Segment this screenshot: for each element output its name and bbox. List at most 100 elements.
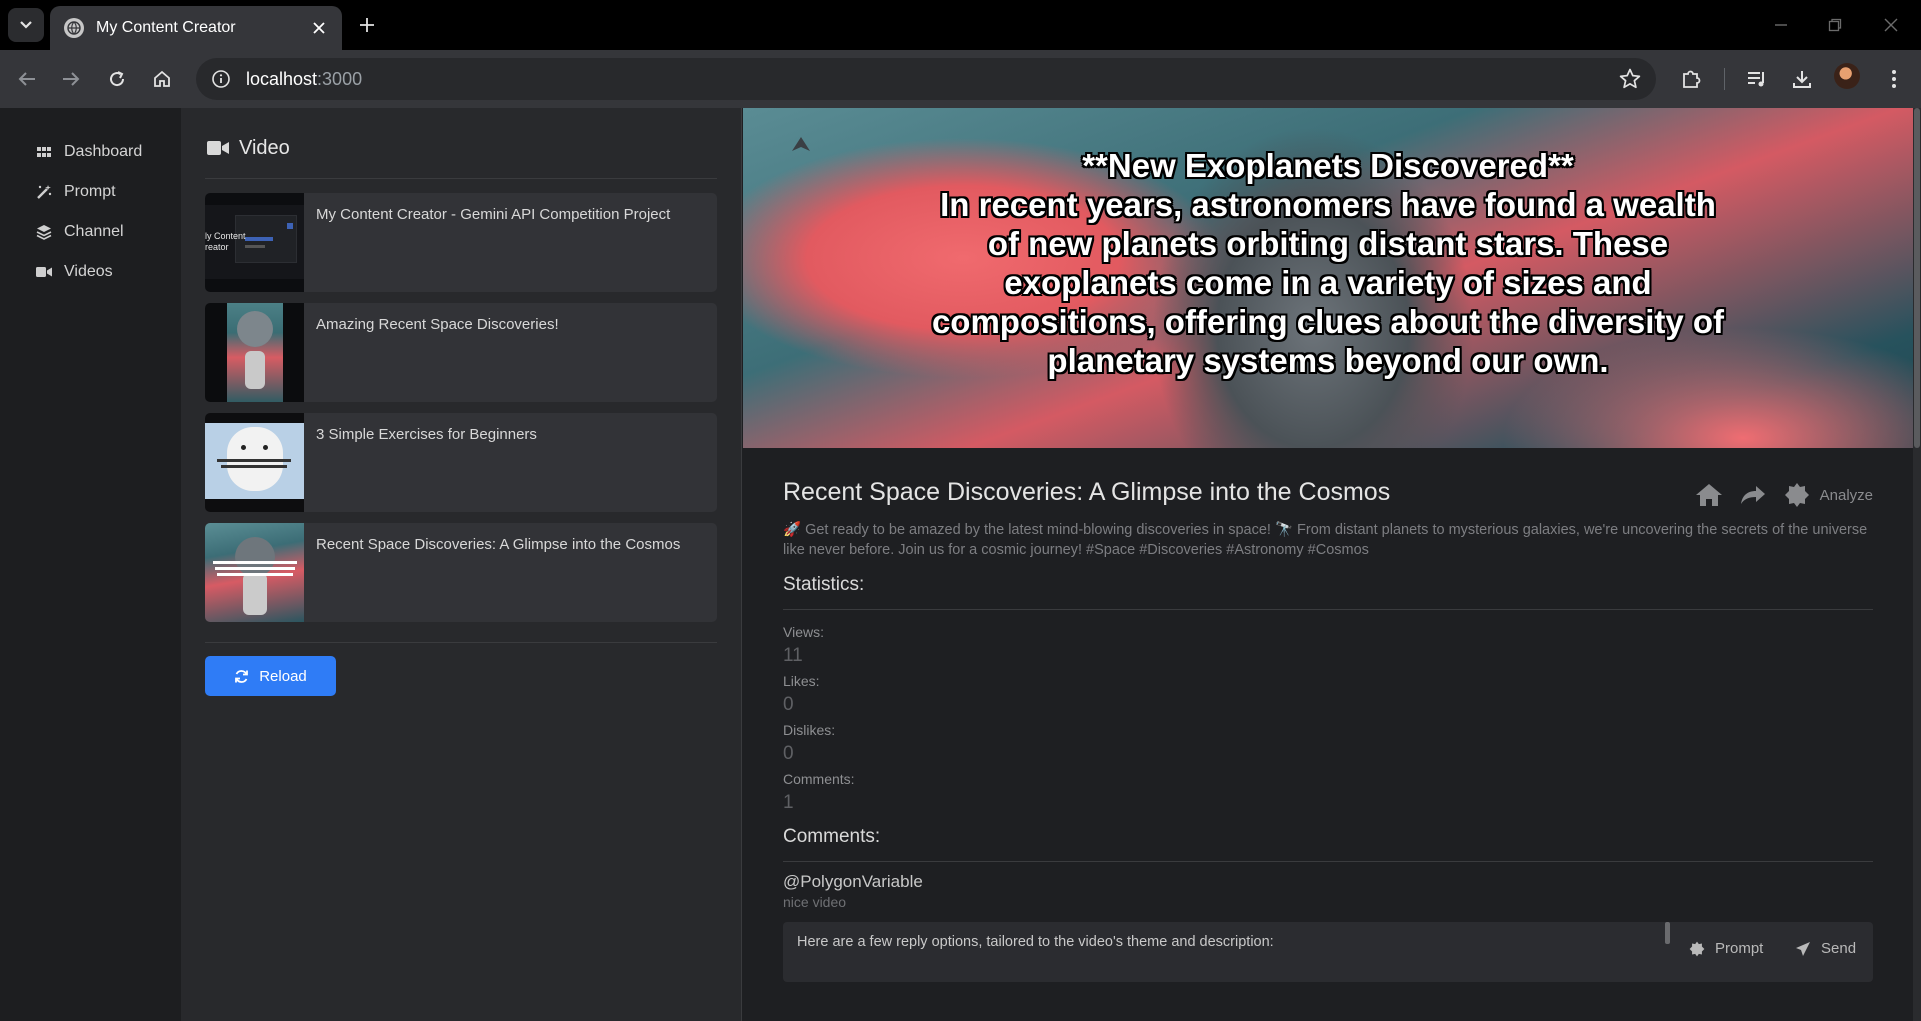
analyze-label[interactable]: Analyze — [1820, 487, 1873, 504]
scrollbar[interactable] — [1913, 108, 1921, 1021]
video-card-title: Recent Space Discoveries: A Glimpse into… — [316, 536, 681, 553]
browser-tab[interactable]: My Content Creator — [50, 6, 342, 50]
minimize-icon — [1775, 24, 1787, 26]
layers-icon — [34, 224, 54, 240]
video-detail-pane: **New Exoplanets Discovered** In recent … — [743, 108, 1921, 1021]
reply-prompt-button[interactable]: Prompt — [1689, 940, 1763, 957]
minimize-button[interactable] — [1768, 12, 1794, 38]
playlist-icon — [1748, 72, 1764, 87]
url-port: :3000 — [317, 68, 363, 89]
extensions-button[interactable] — [1676, 64, 1706, 94]
sidebar-item-label: Channel — [64, 223, 124, 240]
browser-menu-button[interactable] — [1879, 64, 1909, 94]
stat-label-likes: Likes: — [783, 673, 820, 689]
media-controls-button[interactable] — [1742, 64, 1772, 94]
tab-title: My Content Creator — [96, 19, 236, 36]
comment-author[interactable]: @PolygonVariable — [783, 872, 1873, 892]
new-tab-button[interactable] — [352, 10, 382, 40]
reply-send-button[interactable]: Send — [1795, 940, 1856, 957]
video-thumbnail — [205, 523, 304, 622]
restore-button[interactable] — [1822, 12, 1848, 38]
sidebar-item-label: Prompt — [64, 183, 116, 200]
tab-search-button[interactable] — [8, 8, 44, 42]
video-card-title: Amazing Recent Space Discoveries! — [316, 316, 559, 333]
video-card[interactable]: Amazing Recent Space Discoveries! — [205, 303, 717, 402]
scrollbar-thumb[interactable] — [1914, 108, 1920, 448]
sidebar-item-label: Dashboard — [64, 143, 143, 160]
video-description: 🚀 Get ready to be amazed by the latest m… — [783, 522, 1868, 558]
stat-value-views: 11 — [783, 645, 803, 666]
divider — [205, 642, 717, 643]
video-camera-icon — [207, 140, 229, 156]
restore-icon — [1828, 18, 1842, 32]
close-icon — [1884, 18, 1898, 32]
video-thumbnail — [205, 413, 304, 512]
video-actions: Analyze — [1680, 480, 1873, 510]
profile-avatar[interactable] — [1834, 63, 1860, 89]
stat-value-likes: 0 — [783, 694, 794, 715]
sidebar-item-videos[interactable]: Videos — [0, 252, 181, 292]
magic-wand-icon — [34, 184, 54, 200]
reply-textarea[interactable]: Here are a few reply options, tailored t… — [783, 922, 1873, 982]
sidebar-item-dashboard[interactable]: Dashboard — [0, 132, 181, 172]
video-card-title: My Content Creator - Gemini API Competit… — [316, 206, 671, 223]
home-button[interactable] — [147, 64, 177, 94]
sparkle-badge-icon — [1784, 483, 1809, 507]
reload-button-label: Reload — [259, 667, 307, 685]
reload-page-button[interactable] — [102, 64, 132, 94]
puzzle-icon — [1683, 70, 1701, 88]
comments-heading: Comments: — [783, 826, 881, 847]
home-button[interactable] — [1694, 480, 1724, 510]
stat-label-views: Views: — [783, 624, 824, 640]
back-button[interactable] — [12, 64, 42, 94]
forward-button[interactable] — [56, 64, 86, 94]
sidebar-item-channel[interactable]: Channel — [0, 212, 181, 252]
arrow-left-icon — [18, 72, 35, 86]
video-thumbnail — [205, 303, 304, 402]
video-card[interactable]: Recent Space Discoveries: A Glimpse into… — [205, 523, 717, 622]
reply-send-label: Send — [1821, 940, 1857, 957]
sidebar-item-prompt[interactable]: Prompt — [0, 172, 181, 212]
divider — [783, 861, 1873, 862]
sidebar-item-label: Videos — [64, 263, 113, 280]
video-card-title: 3 Simple Exercises for Beginners — [316, 426, 537, 443]
sidebar: Dashboard Prompt Channel Videos — [0, 108, 181, 1021]
arrow-right-icon — [63, 72, 80, 86]
video-info: Recent Space Discoveries: A Glimpse into… — [783, 474, 1873, 982]
stat-value-dislikes: 0 — [783, 743, 794, 764]
share-button[interactable] — [1738, 480, 1768, 510]
home-icon — [154, 70, 170, 87]
app-root: Dashboard Prompt Channel Videos Video ly… — [0, 108, 1921, 1021]
analyze-button[interactable] — [1782, 480, 1812, 510]
address-bar[interactable]: localhost:3000 — [196, 58, 1656, 100]
plus-icon — [360, 18, 374, 32]
downloads-button[interactable] — [1787, 64, 1817, 94]
grid-icon — [34, 144, 54, 160]
reply-prompt-label: Prompt — [1715, 940, 1764, 957]
video-player[interactable]: **New Exoplanets Discovered** In recent … — [743, 108, 1913, 448]
browser-toolbar: localhost:3000 — [0, 50, 1921, 108]
video-card[interactable]: ly Content reator My Content Creator - G… — [205, 193, 717, 292]
video-card[interactable]: 3 Simple Exercises for Beginners — [205, 413, 717, 512]
close-icon — [313, 22, 325, 34]
toolbar-separator — [1724, 68, 1725, 90]
bookmark-star-icon[interactable] — [1618, 67, 1642, 91]
refresh-icon — [234, 669, 249, 684]
tab-close-button[interactable] — [308, 17, 330, 39]
video-thumbnail: ly Content reator — [205, 193, 304, 292]
url-host: localhost — [246, 68, 318, 89]
globe-icon — [64, 18, 84, 38]
video-camera-icon — [34, 264, 54, 280]
refresh-icon — [110, 71, 125, 87]
arrow-marker-icon — [792, 137, 810, 151]
home-icon — [1695, 484, 1722, 506]
share-arrow-icon — [1740, 486, 1765, 504]
site-info-icon[interactable] — [208, 66, 234, 92]
reload-button[interactable]: Reload — [205, 656, 336, 696]
stat-label-comments: Comments: — [783, 771, 855, 787]
video-list-pane: Video ly Content reator My Content Creat… — [181, 108, 742, 1021]
statistics-heading: Statistics: — [783, 574, 865, 595]
close-window-button[interactable] — [1878, 12, 1904, 38]
reply-scrollbar[interactable] — [1665, 922, 1670, 944]
video-frame-caption: **New Exoplanets Discovered** In recent … — [931, 147, 1725, 379]
